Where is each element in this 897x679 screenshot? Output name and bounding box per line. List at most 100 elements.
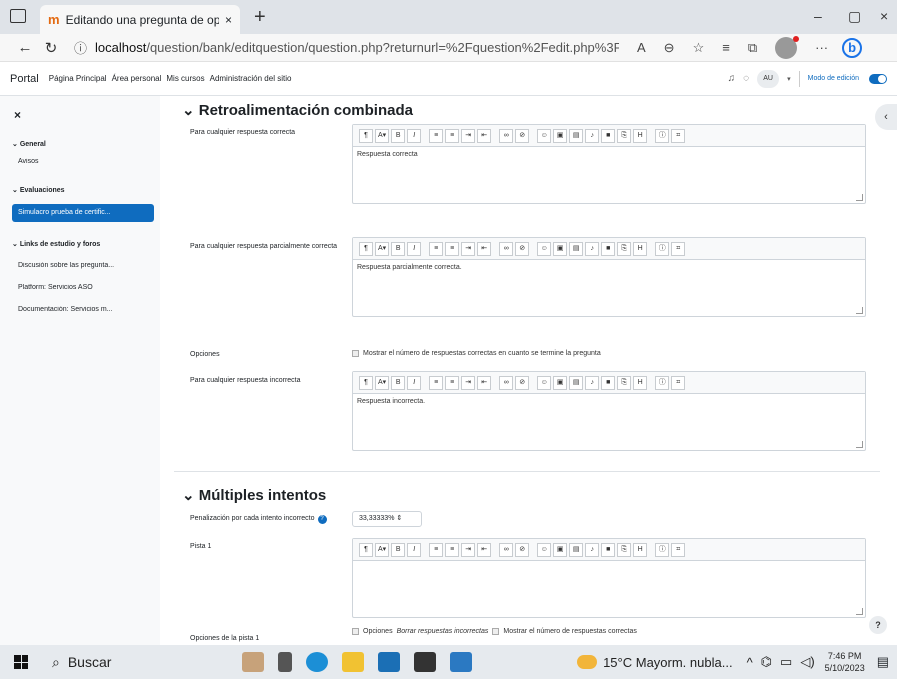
italic-icon[interactable]: I bbox=[407, 375, 422, 390]
sidebar-item-documentacion[interactable]: Documentación: Servicios m... bbox=[18, 306, 146, 313]
h5p-icon[interactable]: H bbox=[633, 241, 648, 256]
info-icon[interactable]: ⓘ bbox=[74, 38, 87, 57]
font-icon[interactable]: A▾ bbox=[375, 375, 390, 390]
number-list-icon[interactable]: ≡ bbox=[445, 241, 460, 256]
favorites-list-icon[interactable]: ≡ bbox=[722, 40, 730, 55]
browser-tab[interactable]: m Editando una pregunta de opció × bbox=[40, 5, 240, 34]
bold-icon[interactable]: B bbox=[391, 128, 406, 143]
user-menu-chevron-icon[interactable]: ▾ bbox=[787, 75, 791, 83]
accessibility-icon[interactable]: ⓘ bbox=[655, 542, 670, 557]
minimize-button[interactable]: – bbox=[814, 8, 822, 24]
indent-icon[interactable]: ⇥ bbox=[461, 375, 476, 390]
bold-icon[interactable]: B bbox=[391, 375, 406, 390]
sidebar-item-discusion[interactable]: Discusión sobre las pregunta... bbox=[18, 262, 146, 269]
more-icon[interactable]: ··· bbox=[815, 40, 828, 55]
bold-icon[interactable]: B bbox=[391, 241, 406, 256]
editor-content[interactable]: Respuesta correcta bbox=[353, 147, 865, 203]
bullet-list-icon[interactable]: ≡ bbox=[429, 128, 444, 143]
image-icon[interactable]: ▣ bbox=[553, 241, 568, 256]
nav-item-courses[interactable]: Mis cursos bbox=[166, 74, 204, 83]
edge-icon[interactable] bbox=[306, 652, 328, 672]
close-drawer-icon[interactable]: × bbox=[14, 108, 21, 122]
nav-item-admin[interactable]: Administración del sitio bbox=[210, 74, 292, 83]
profile-avatar[interactable] bbox=[775, 35, 800, 59]
media-icon[interactable]: ▤ bbox=[569, 241, 584, 256]
italic-icon[interactable]: I bbox=[407, 241, 422, 256]
volume-icon[interactable]: ◁) bbox=[800, 654, 814, 670]
mic-icon[interactable]: ♪ bbox=[585, 542, 600, 557]
penalty-select[interactable]: 33,33333% ⇕ bbox=[352, 511, 422, 527]
h5p-icon[interactable]: H bbox=[633, 542, 648, 557]
hint1-editor[interactable]: ¶ A▾ B I ≡ ≡ ⇥ ⇤ ∞ ⊘ ☺ ▣ ▤ ♪ ■ ⎘ H ⓘ ⌗ bbox=[352, 538, 866, 618]
bullet-list-icon[interactable]: ≡ bbox=[429, 375, 444, 390]
edit-mode-toggle[interactable] bbox=[869, 73, 887, 84]
file-explorer-icon[interactable] bbox=[342, 652, 364, 672]
emoji-icon[interactable]: ☺ bbox=[537, 128, 552, 143]
show-num-correct-option[interactable]: Mostrar el número de respuestas correcta… bbox=[352, 350, 601, 357]
sidebar-section-general[interactable]: ⌄ General bbox=[12, 140, 46, 148]
refresh-icon[interactable]: ↻ bbox=[38, 39, 64, 57]
link-icon[interactable]: ∞ bbox=[499, 375, 514, 390]
link-icon[interactable]: ∞ bbox=[499, 241, 514, 256]
notifications-icon[interactable]: ▤ bbox=[877, 654, 889, 670]
terminal-icon[interactable] bbox=[414, 652, 436, 672]
windows-start-icon[interactable] bbox=[14, 655, 28, 669]
sidebar-item-active-simulacro[interactable]: Simulacro prueba de certific... bbox=[12, 204, 154, 222]
editor-content[interactable] bbox=[353, 561, 865, 617]
para-icon[interactable]: ¶ bbox=[359, 542, 373, 557]
font-icon[interactable]: A▾ bbox=[375, 241, 390, 256]
mic-icon[interactable]: ♪ bbox=[585, 375, 600, 390]
file-icon[interactable]: ⎘ bbox=[617, 542, 632, 557]
h5p-icon[interactable]: H bbox=[633, 375, 648, 390]
video-icon[interactable]: ■ bbox=[601, 128, 616, 143]
taskbar-search[interactable]: ⌕ Buscar bbox=[52, 654, 222, 671]
bell-icon[interactable]: ♫ bbox=[728, 73, 736, 84]
back-icon[interactable]: ← bbox=[12, 39, 38, 56]
zoom-icon[interactable]: ⊖ bbox=[664, 40, 675, 56]
restore-button[interactable]: ▢ bbox=[848, 8, 861, 25]
emoji-icon[interactable]: ☺ bbox=[537, 241, 552, 256]
para-icon[interactable]: ¶ bbox=[359, 241, 373, 256]
file-icon[interactable]: ⎘ bbox=[617, 241, 632, 256]
image-icon[interactable]: ▣ bbox=[553, 542, 568, 557]
accessibility-icon[interactable]: ⓘ bbox=[655, 375, 670, 390]
show-num-correct-checkbox[interactable] bbox=[352, 350, 359, 357]
indent-icon[interactable]: ⇥ bbox=[461, 128, 476, 143]
open-block-drawer-button[interactable]: ‹ bbox=[875, 104, 897, 130]
outdent-icon[interactable]: ⇤ bbox=[477, 375, 492, 390]
messages-icon[interactable]: ◌ bbox=[743, 73, 749, 84]
read-aloud-icon[interactable]: A bbox=[637, 40, 646, 55]
help-footer-button[interactable]: ? bbox=[869, 616, 887, 634]
image-icon[interactable]: ▣ bbox=[553, 375, 568, 390]
outdent-icon[interactable]: ⇤ bbox=[477, 542, 492, 557]
weather-widget[interactable]: 15°C Mayorm. nubla... bbox=[577, 655, 733, 670]
sidebar-item-platform[interactable]: Platform: Servicios ASO bbox=[18, 284, 146, 291]
number-list-icon[interactable]: ≡ bbox=[445, 542, 460, 557]
show-num-correct-hint-checkbox[interactable] bbox=[492, 628, 500, 635]
hint-options-checkbox[interactable] bbox=[352, 628, 359, 635]
media-icon[interactable]: ▤ bbox=[569, 542, 584, 557]
h5p-icon[interactable]: H bbox=[633, 128, 648, 143]
html-icon[interactable]: ⌗ bbox=[671, 542, 686, 557]
url-field[interactable]: ⓘ localhost/question/bank/editquestion/q… bbox=[74, 36, 619, 60]
bold-icon[interactable]: B bbox=[391, 542, 406, 557]
para-icon[interactable]: ¶ bbox=[359, 375, 373, 390]
section-heading-feedback[interactable]: ⌄ Retroalimentación combinada bbox=[182, 101, 413, 119]
tab-close-icon[interactable]: × bbox=[225, 13, 232, 27]
number-list-icon[interactable]: ≡ bbox=[445, 375, 460, 390]
site-brand[interactable]: Portal bbox=[10, 73, 39, 85]
font-icon[interactable]: A▾ bbox=[375, 542, 390, 557]
italic-icon[interactable]: I bbox=[407, 128, 422, 143]
collections-icon[interactable]: ⧉ bbox=[748, 40, 757, 56]
partial-feedback-editor[interactable]: ¶ A▾ B I ≡ ≡ ⇥ ⇤ ∞ ⊘ ☺ ▣ ▤ ♪ ■ ⎘ H ⓘ ⌗ Respuesta parci… bbox=[352, 237, 866, 317]
tray-chevron-icon[interactable]: ^ bbox=[747, 655, 753, 670]
unlink-icon[interactable]: ⊘ bbox=[515, 241, 530, 256]
outdent-icon[interactable]: ⇤ bbox=[477, 241, 492, 256]
network-icon[interactable]: ⌬ bbox=[761, 654, 772, 670]
bing-icon[interactable]: b bbox=[842, 37, 863, 58]
editor-content[interactable]: Respuesta incorrecta. bbox=[353, 394, 865, 450]
emoji-icon[interactable]: ☺ bbox=[537, 542, 552, 557]
emoji-icon[interactable]: ☺ bbox=[537, 375, 552, 390]
sidebar-item-avisos[interactable]: Avisos bbox=[18, 158, 146, 165]
font-icon[interactable]: A▾ bbox=[375, 128, 390, 143]
